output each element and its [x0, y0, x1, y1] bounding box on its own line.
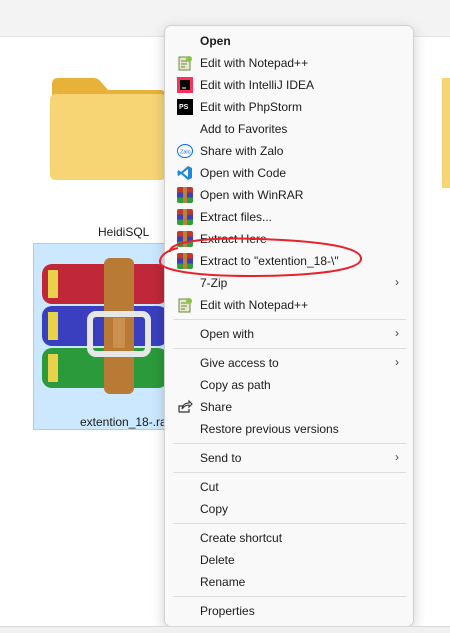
menu-item-open-code[interactable]: Open with Code — [169, 162, 409, 184]
chevron-right-icon: › — [395, 275, 399, 289]
file-label: extention_18-.ra — [80, 415, 167, 429]
menu-item-properties[interactable]: Properties — [169, 600, 409, 622]
menu-item-label: Extract files... — [200, 210, 273, 224]
winrar-icon — [177, 231, 193, 247]
menu-item-copy[interactable]: Copy — [169, 498, 409, 520]
menu-separator — [173, 348, 406, 349]
menu-item-open-winrar[interactable]: Open with WinRAR — [169, 184, 409, 206]
menu-item-edit-notepadpp[interactable]: Edit with Notepad++ — [169, 52, 409, 74]
phpstorm-icon: PS — [177, 99, 193, 115]
menu-item-label: Extract Here — [200, 232, 267, 246]
menu-item-share[interactable]: Share — [169, 396, 409, 418]
chevron-right-icon: › — [395, 450, 399, 464]
menu-item-label: Open with WinRAR — [200, 188, 304, 202]
winrar-icon — [177, 187, 193, 203]
chevron-right-icon: › — [395, 326, 399, 340]
menu-item-delete[interactable]: Delete — [169, 549, 409, 571]
menu-item-give-access[interactable]: Give access to › — [169, 352, 409, 374]
menu-item-label: Send to — [200, 451, 242, 465]
chevron-right-icon: › — [395, 355, 399, 369]
menu-item-cut[interactable]: Cut — [169, 476, 409, 498]
svg-text:Zalo: Zalo — [180, 150, 191, 156]
menu-item-edit-phpstorm[interactable]: PS Edit with PhpStorm — [169, 96, 409, 118]
intellij-icon — [177, 77, 193, 93]
file-item-rar[interactable]: extention_18-.ra — [33, 243, 175, 430]
menu-item-open-with[interactable]: Open with › — [169, 323, 409, 345]
menu-item-label: Cut — [200, 480, 219, 494]
menu-item-extract-files[interactable]: Extract files... — [169, 206, 409, 228]
share-icon — [178, 399, 193, 413]
menu-item-open[interactable]: Open — [169, 30, 409, 52]
menu-item-rename[interactable]: Rename — [169, 571, 409, 593]
menu-item-label: Edit with Notepad++ — [200, 298, 309, 312]
menu-item-send-to[interactable]: Send to › — [169, 447, 409, 469]
winrar-icon — [177, 209, 193, 225]
menu-separator — [173, 443, 406, 444]
menu-item-7zip[interactable]: 7-Zip › — [169, 272, 409, 294]
menu-item-label: Extract to "extention_18-\" — [200, 254, 339, 268]
menu-item-share-zalo[interactable]: Zalo Share with Zalo — [169, 140, 409, 162]
menu-item-edit-intellij[interactable]: Edit with IntelliJ IDEA — [169, 74, 409, 96]
menu-item-label: Open — [200, 34, 231, 48]
zalo-icon: Zalo — [177, 144, 193, 158]
menu-separator — [173, 472, 406, 473]
folder-label: HeidiSQL — [98, 225, 150, 239]
winrar-archive-icon — [42, 258, 168, 394]
menu-item-label: Give access to — [200, 356, 279, 370]
notepadpp-icon — [178, 298, 192, 313]
menu-item-label: Edit with Notepad++ — [200, 56, 309, 70]
notepadpp-icon — [178, 56, 192, 71]
menu-separator — [173, 523, 406, 524]
menu-item-label: Create shortcut — [200, 531, 283, 545]
menu-item-label: Open with — [200, 327, 255, 341]
menu-item-restore-versions[interactable]: Restore previous versions — [169, 418, 409, 440]
menu-item-label: Properties — [200, 604, 255, 618]
menu-separator — [173, 596, 406, 597]
menu-item-copy-as-path[interactable]: Copy as path — [169, 374, 409, 396]
menu-item-label: Share with Zalo — [200, 144, 284, 158]
menu-item-label: Share — [200, 400, 233, 414]
menu-item-label: Add to Favorites — [200, 122, 288, 136]
menu-item-label: Copy as path — [200, 378, 271, 392]
svg-text:PS: PS — [179, 104, 189, 111]
menu-separator — [173, 319, 406, 320]
menu-item-edit-notepadpp-2[interactable]: Edit with Notepad++ — [169, 294, 409, 316]
folder-icon — [50, 78, 166, 180]
menu-item-label: Rename — [200, 575, 246, 589]
menu-item-add-favorites[interactable]: Add to Favorites — [169, 118, 409, 140]
menu-item-label: Open with Code — [200, 166, 287, 180]
context-menu: Open Edit with Notepad++ Edit with Intel… — [164, 25, 414, 627]
folder-icon — [442, 78, 450, 188]
menu-item-label: Delete — [200, 553, 235, 567]
winrar-icon — [177, 253, 193, 269]
menu-item-create-shortcut[interactable]: Create shortcut — [169, 527, 409, 549]
menu-item-label: Restore previous versions — [200, 422, 339, 436]
menu-item-label: Edit with IntelliJ IDEA — [200, 78, 315, 92]
menu-item-extract-here[interactable]: Extract Here — [169, 228, 409, 250]
menu-item-label: Edit with PhpStorm — [200, 100, 303, 114]
menu-item-label: Copy — [200, 502, 229, 516]
menu-item-extract-to[interactable]: Extract to "extention_18-\" — [169, 250, 409, 272]
menu-item-label: 7-Zip — [200, 276, 228, 290]
folder-item-heidisql[interactable]: HeidiSQL — [36, 60, 176, 240]
vscode-icon — [177, 166, 192, 180]
